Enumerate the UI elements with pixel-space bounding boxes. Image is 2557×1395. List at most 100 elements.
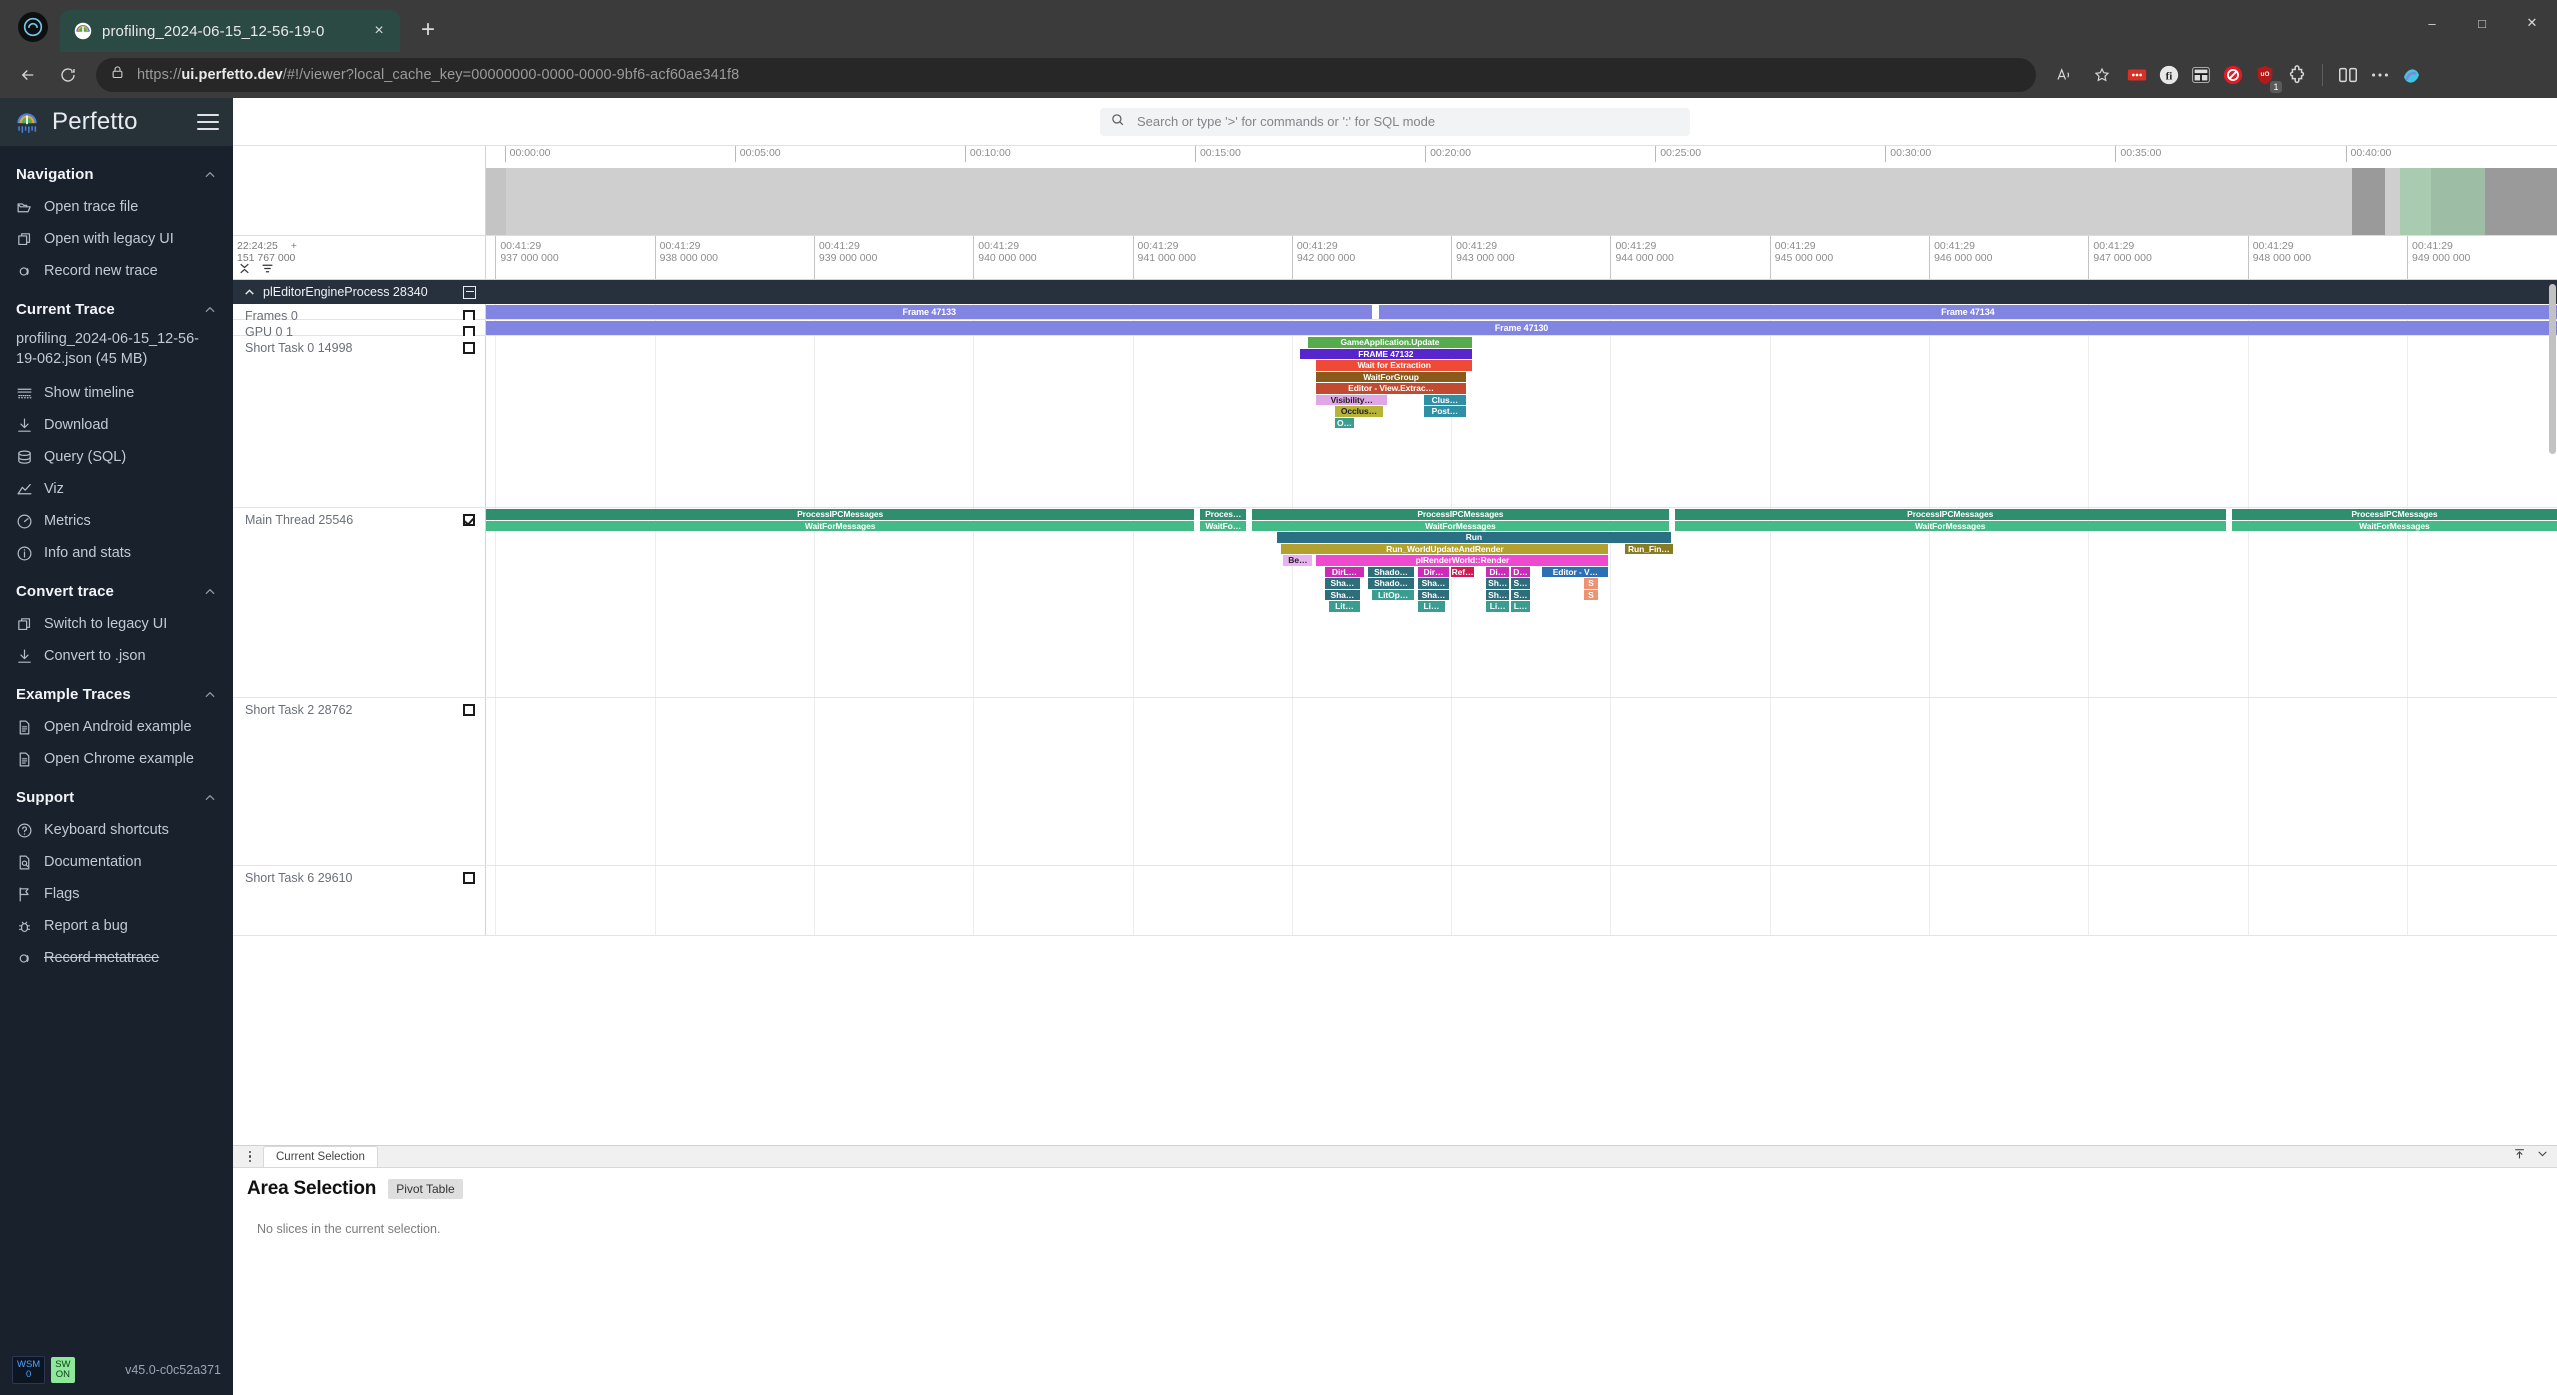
timeline-slice[interactable]: S [1583,578,1599,589]
timeline-slice[interactable]: ProcessIPCMessages [1674,509,2226,520]
collapse-all-icon[interactable] [238,262,251,278]
timeline-slice[interactable]: LitOp… [1372,589,1414,600]
sidebar-section-title[interactable]: Current Trace [0,287,233,326]
sidebar-item-metrics[interactable]: Metrics [0,505,233,537]
timeline-slice[interactable]: Lit… [1328,601,1360,612]
timeline-slice[interactable]: DirL… [1324,566,1365,577]
pivot-table-button[interactable]: Pivot Table [388,1179,463,1199]
tracks-vertical-scrollbar[interactable] [2548,280,2557,1145]
timeline-slice[interactable]: Shado… [1368,566,1414,577]
minimize-button[interactable]: – [2407,0,2457,46]
timeline-slice[interactable]: FRAME 47132 [1299,348,1472,359]
favorite-star-icon[interactable] [2084,57,2120,93]
timeline-slice[interactable]: WaitFo… [1200,520,1247,531]
browser-tab[interactable]: profiling_2024-06-15_12-56-19-0 × [60,10,400,52]
timeline-slice[interactable]: Visibility… [1316,394,1387,405]
timeline-slice[interactable]: Run [1277,532,1671,543]
timeline-slice[interactable]: Occlus… [1335,406,1383,417]
drawer-handle-icon[interactable] [243,1150,257,1168]
timeline-slice[interactable]: L… [1511,601,1530,612]
track-canvas[interactable]: ProcessIPCMessages Proces… ProcessIPCMessa… [486,508,2557,697]
maximize-button[interactable]: □ [2457,0,2507,46]
timeline-slice[interactable]: Li… [1486,601,1510,612]
timeline-slice[interactable]: WaitForMessages [1674,520,2226,531]
timeline-slice[interactable]: Sh… [1486,578,1510,589]
track-header[interactable]: Short Task 6 29610 [233,866,486,935]
hamburger-menu-icon[interactable] [197,114,219,130]
timeline-slice[interactable]: Sha… [1324,589,1360,600]
sidebar-item-show-timeline[interactable]: Show timeline [0,377,233,409]
timeline-slice[interactable]: Ref… [1451,566,1474,577]
timeline-slice[interactable]: Editor - V… [1542,566,1609,577]
address-bar[interactable]: https://ui.perfetto.dev/#!/viewer?local_… [96,58,2036,92]
split-screen-icon[interactable] [2333,60,2363,90]
track-header[interactable]: GPU 0 1 [233,320,486,339]
timeline-slice[interactable]: Sha… [1417,589,1449,600]
sidebar-item-info-and-stats[interactable]: Info and stats [0,537,233,569]
sidebar-item-keyboard-shortcuts[interactable]: Keyboard shortcuts [0,814,233,846]
process-group-left[interactable]: plEditorEngineProcess 28340 [233,285,486,299]
sidebar-item-open-trace-file[interactable]: Open trace file [0,191,233,223]
track-header[interactable]: Short Task 0 14998 [233,336,486,507]
track-header[interactable]: Frames 0 [233,304,486,323]
sidebar-item-record-new-trace[interactable]: Record new trace [0,255,233,287]
drawer-collapse-icon[interactable] [2536,1147,2549,1165]
timeline-slice[interactable]: Sha… [1417,578,1449,589]
timeline-slice[interactable]: Proces… [1200,509,1247,520]
track-canvas[interactable] [486,698,2557,865]
extension-icon-red-dots[interactable] [2122,60,2152,90]
sidebar-section-title[interactable]: Example Traces [0,672,233,711]
timeline-slice[interactable]: Dir… [1417,566,1449,577]
sidebar-item-switch-to-legacy-ui[interactable]: Switch to legacy UI [0,608,233,640]
track-select-checkbox[interactable] [463,704,475,716]
timeline-slice[interactable]: Sh… [1486,589,1510,600]
tab-close-icon[interactable]: × [368,20,390,42]
sidebar-item-query-sql[interactable]: Query (SQL) [0,441,233,473]
timeline-slice[interactable]: Sha… [1324,578,1360,589]
timeline-slice[interactable]: Li… [1417,601,1445,612]
track-canvas[interactable]: Frame 47133 Frame 47134 [486,304,2557,319]
timeline-slice[interactable]: GameApplication.Update [1308,337,1472,348]
extension-icon-grid[interactable] [2186,60,2216,90]
track-header[interactable]: Short Task 2 28762 [233,698,486,865]
sidebar-item-open-chrome-example[interactable]: Open Chrome example [0,743,233,775]
copilot-icon[interactable] [2397,60,2427,90]
sidebar-section-title[interactable]: Support [0,775,233,814]
sidebar-item-convert-to-json[interactable]: Convert to .json [0,640,233,672]
frame-slice[interactable]: Frame 47130 [486,321,2557,335]
timeline-slice[interactable]: Shado… [1368,578,1414,589]
extension-icon-ublock[interactable]: uO 1 [2250,60,2282,93]
sidebar-item-flags[interactable]: Flags [0,878,233,910]
timeline-slice[interactable]: S… [1511,578,1530,589]
track-canvas[interactable]: GameApplication.Update FRAME 47132 Wait fo… [486,336,2557,507]
timeline-slice[interactable]: WaitForMessages [1252,520,1669,531]
track-canvas[interactable]: Frame 47130 [486,320,2557,335]
sidebar-item-record-metatrace[interactable]: Record metatrace [0,942,233,974]
omnibox-search[interactable] [1100,107,1690,136]
close-window-button[interactable]: ✕ [2507,0,2557,46]
timeline-slice[interactable]: Post… [1424,406,1466,417]
overview-minimap[interactable] [486,168,2557,235]
sidebar-item-report-a-bug[interactable]: Report a bug [0,910,233,942]
track-filter-icon[interactable] [261,262,274,278]
timeline-slice[interactable]: ProcessIPCMessages [486,509,1195,520]
track-select-checkbox[interactable] [463,514,475,526]
sidebar-item-documentation[interactable]: Documentation [0,846,233,878]
overview-right[interactable]: 00:00:00 00:05:00 00:10:00 00:15:00 00:20:00… [486,146,2557,235]
process-group-header[interactable]: plEditorEngineProcess 28340 [233,280,2557,304]
frame-slice[interactable]: Frame 47133 [486,305,1373,319]
sidebar-item-viz[interactable]: Viz [0,473,233,505]
timeline-slice[interactable]: WaitForMessages [486,520,1195,531]
track-select-checkbox[interactable] [463,342,475,354]
timeline-slice[interactable]: D… [1511,566,1530,577]
timeline-slice[interactable]: ProcessIPCMessages [1252,509,1669,520]
tab-current-selection[interactable]: Current Selection [263,1146,378,1167]
read-aloud-icon[interactable] [2046,57,2082,93]
sidebar-item-open-with-legacy-ui[interactable]: Open with legacy UI [0,223,233,255]
timeline-slice[interactable]: S [1583,589,1599,600]
extensions-puzzle-icon[interactable] [2282,60,2312,90]
timeline-slice[interactable]: Be… [1283,555,1313,566]
timeline-slice[interactable]: Clus… [1424,394,1466,405]
drawer-fullscreen-icon[interactable] [2513,1147,2526,1165]
timeline-slice[interactable]: Di… [1486,566,1510,577]
